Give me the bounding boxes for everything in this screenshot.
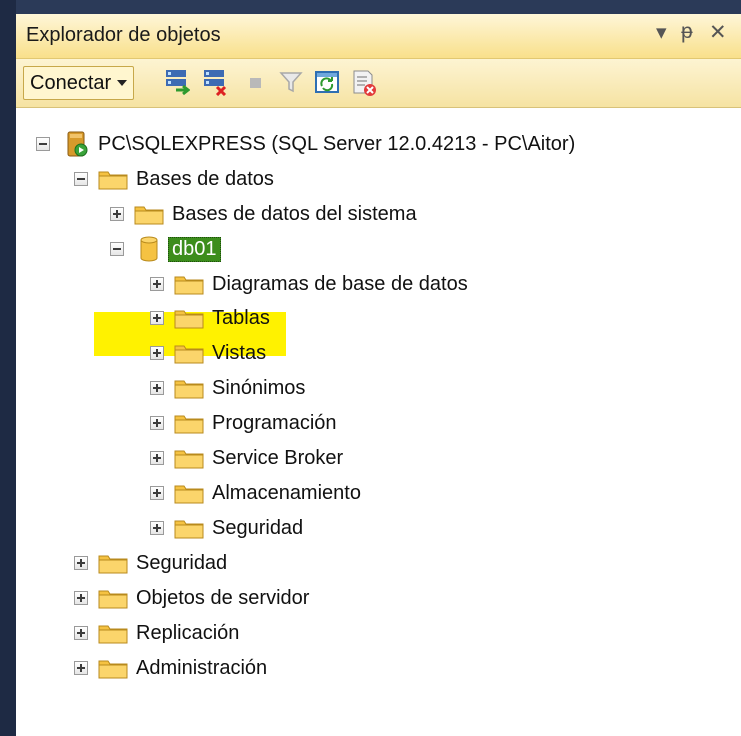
tree-node-storage[interactable]: Almacenamiento (150, 477, 361, 509)
expand-toggle[interactable] (150, 346, 164, 360)
folder-icon (98, 590, 128, 609)
expand-toggle[interactable] (74, 626, 88, 640)
expand-toggle[interactable] (150, 521, 164, 535)
folder-icon (98, 555, 128, 574)
server-label: PC\SQLEXPRESS (SQL Server 12.0.4213 - PC… (98, 132, 576, 155)
expand-toggle[interactable] (150, 311, 164, 325)
connect-button[interactable]: Conectar (23, 66, 135, 100)
expand-toggle[interactable] (74, 591, 88, 605)
folder-icon (174, 380, 204, 399)
chevron-down-icon (117, 80, 128, 86)
server-icon (67, 131, 88, 157)
refresh-icon[interactable] (314, 68, 340, 96)
tree-node-databases[interactable]: Bases de datos (74, 163, 274, 195)
expand-toggle[interactable] (74, 556, 88, 570)
stop-icon[interactable] (244, 68, 268, 96)
collapse-toggle[interactable] (36, 137, 50, 151)
window-frame-left (0, 0, 16, 736)
expand-toggle[interactable] (150, 451, 164, 465)
tables-label: Tablas (212, 306, 270, 329)
tree-node-replication[interactable]: Replicación (74, 617, 239, 649)
panel-title: Explorador de objetos (26, 24, 221, 46)
folder-icon (98, 625, 128, 644)
tree-node-synonyms[interactable]: Sinónimos (150, 372, 305, 404)
system-databases-label: Bases de datos del sistema (172, 202, 417, 225)
object-explorer-panel: Explorador de objetos ▾ ᵽ ✕ Conectar PC\… (16, 14, 741, 736)
expand-toggle[interactable] (110, 207, 124, 221)
views-label: Vistas (212, 341, 267, 364)
db01-label: db01 (168, 236, 221, 262)
tree-node-management[interactable]: Administración (74, 652, 267, 684)
tree-node-db-security[interactable]: Seguridad (150, 512, 303, 544)
collapse-toggle[interactable] (110, 242, 124, 256)
management-label: Administración (136, 656, 268, 679)
toolbar: Conectar (16, 59, 741, 108)
panel-titlebar: Explorador de objetos ▾ ᵽ ✕ (16, 14, 741, 59)
folder-icon (134, 206, 164, 225)
programmability-label: Programación (212, 411, 337, 434)
folder-icon (174, 450, 204, 469)
synonyms-label: Sinónimos (212, 376, 306, 399)
db-security-label: Seguridad (212, 516, 304, 539)
folder-icon (174, 520, 204, 539)
service-broker-label: Service Broker (212, 446, 344, 469)
expand-toggle[interactable] (150, 381, 164, 395)
folder-icon (98, 660, 128, 679)
tree-node-programmability[interactable]: Programación (150, 407, 337, 439)
storage-label: Almacenamiento (212, 481, 361, 504)
pin-icon[interactable]: ᵽ (681, 20, 693, 44)
tree-node-service-broker[interactable]: Service Broker (150, 442, 343, 474)
tree-node-views[interactable]: Vistas (150, 337, 266, 369)
tree-node-server[interactable]: PC\SQLEXPRESS (SQL Server 12.0.4213 - PC… (36, 128, 575, 160)
folder-icon (174, 485, 204, 504)
tree-node-diagrams[interactable]: Diagramas de base de datos (150, 268, 468, 300)
server-security-label: Seguridad (136, 551, 228, 574)
server-objects-label: Objetos de servidor (136, 586, 310, 609)
collapse-toggle[interactable] (74, 172, 88, 186)
folder-icon (98, 171, 128, 190)
disconnect-icon[interactable] (202, 68, 228, 96)
window-frame-top (0, 0, 741, 14)
connect-object-explorer-icon[interactable] (164, 68, 190, 96)
tree-node-system-databases[interactable]: Bases de datos del sistema (110, 198, 417, 230)
tree-node-server-objects[interactable]: Objetos de servidor (74, 582, 309, 614)
expand-toggle[interactable] (150, 416, 164, 430)
filter-icon[interactable] (278, 68, 304, 96)
tree-node-db01[interactable]: db01 (110, 233, 221, 265)
folder-icon (174, 310, 204, 329)
window-position-icon[interactable]: ▾ (656, 20, 667, 45)
replication-label: Replicación (136, 621, 240, 644)
expand-toggle[interactable] (150, 277, 164, 291)
object-tree: PC\SQLEXPRESS (SQL Server 12.0.4213 - PC… (16, 108, 741, 736)
activity-monitor-icon[interactable] (350, 68, 378, 98)
diagrams-label: Diagramas de base de datos (212, 272, 468, 295)
connect-label: Conectar (30, 72, 112, 94)
folder-icon (174, 415, 204, 434)
folder-icon (174, 345, 204, 364)
folder-icon (174, 276, 204, 295)
tree-node-tables[interactable]: Tablas (150, 302, 270, 334)
close-icon[interactable]: ✕ (709, 20, 727, 45)
database-icon (140, 236, 158, 262)
databases-label: Bases de datos (136, 167, 274, 190)
tree-node-server-security[interactable]: Seguridad (74, 547, 227, 579)
expand-toggle[interactable] (150, 486, 164, 500)
expand-toggle[interactable] (74, 661, 88, 675)
